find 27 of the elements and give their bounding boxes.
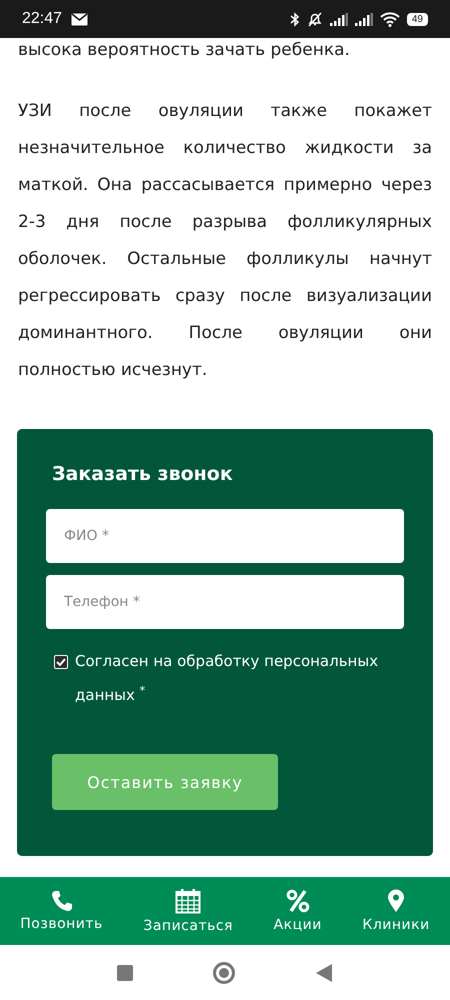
battery-level: 49 [406, 12, 428, 26]
form-title: Заказать звонок [52, 463, 234, 485]
recents-button[interactable] [117, 964, 133, 980]
mail-icon [71, 12, 88, 26]
article-paragraph: УЗИ после овуляции также покажет незначительное количество жидкости за маткой. Она рассасывается примерно через 2-3 дня после разрыва фолликулярных оболочек. Остальные фолликулы начнут регрессировать сразу после визуализации доминантного. После овуляции они полностью исчезнут. [18, 100, 432, 382]
input-field[interactable]: ФИО * [46, 509, 404, 563]
signal-icon [354, 12, 373, 26]
input-field[interactable]: Телефон * [46, 575, 404, 629]
submit-button[interactable]: Оставить заявку [52, 754, 278, 810]
back-button[interactable] [315, 962, 333, 982]
nav-item[interactable]: Записаться [143, 888, 233, 934]
article-paragraph: высока вероятность зачать ребенка. [18, 39, 351, 62]
location-pin-icon [387, 889, 406, 913]
nav-item[interactable]: Позвонить [20, 890, 103, 932]
muted-bell-icon [306, 12, 323, 26]
clock-time: 22:47 [22, 10, 62, 28]
signal-icon [330, 12, 348, 26]
calendar-icon [175, 888, 202, 914]
wifi-icon [380, 12, 400, 26]
percent-icon [286, 889, 310, 913]
phone-icon [50, 890, 73, 912]
nav-item[interactable]: Акции [274, 889, 322, 933]
consent-label: Согласен на обработку персональных данных $^{*}$ [75, 651, 380, 706]
nav-item[interactable]: Клиники [362, 889, 430, 933]
consent-checkbox[interactable] [54, 655, 68, 669]
bluetooth-icon [290, 12, 300, 26]
home-button[interactable] [213, 962, 235, 984]
